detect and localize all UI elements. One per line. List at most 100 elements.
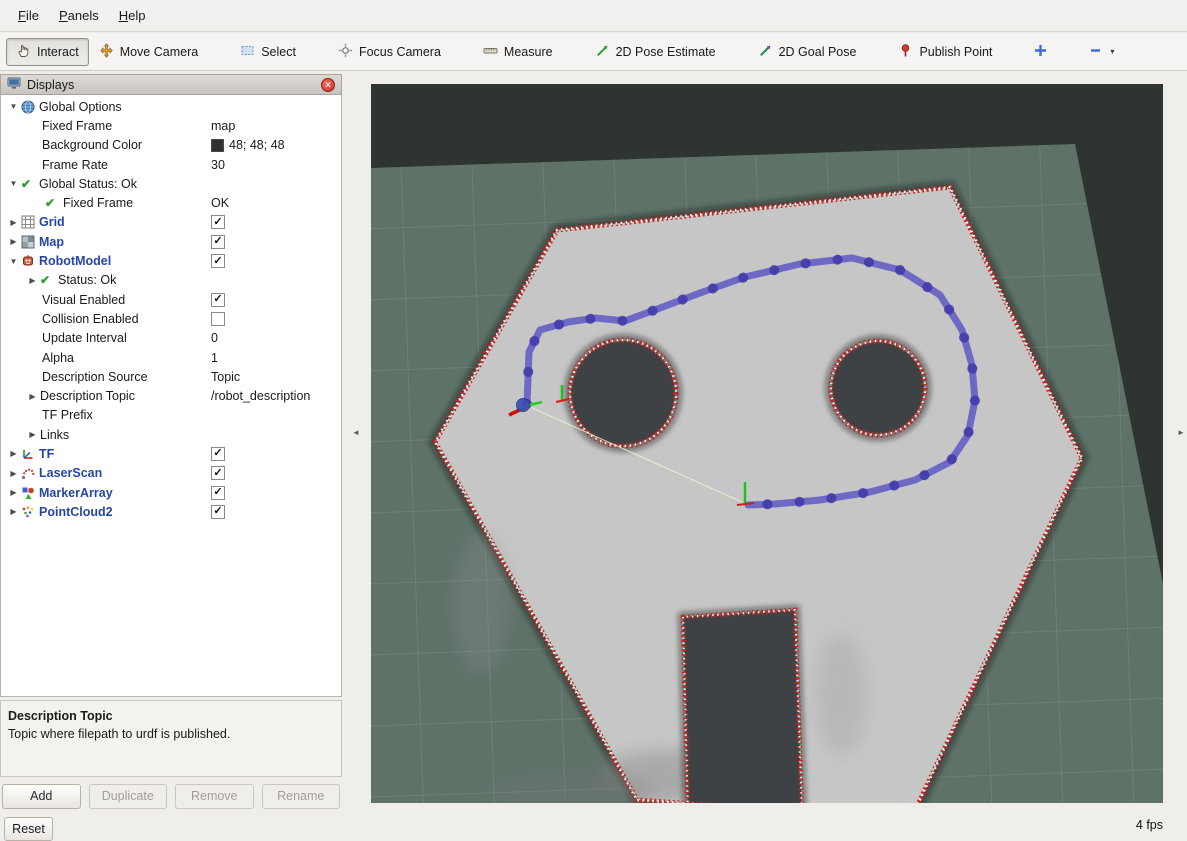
3d-viewport[interactable] — [371, 84, 1163, 803]
expander-closed-icon[interactable]: ▶ — [6, 218, 21, 227]
display-actions: Add Duplicate Remove Rename — [2, 784, 340, 810]
tree-row-alpha[interactable]: Alpha 1 — [1, 348, 341, 367]
tree-row-links[interactable]: ▶ Links — [1, 425, 341, 444]
close-panel-button[interactable]: ✕ — [321, 78, 335, 92]
tree-row-global-options[interactable]: ▼ Global Options — [1, 97, 341, 116]
menu-file[interactable]: File — [8, 3, 49, 28]
expander-closed-icon[interactable]: ▶ — [6, 237, 21, 246]
checkmark: ✓ — [213, 506, 222, 517]
update-interval-value[interactable]: 0 — [211, 331, 218, 345]
tree-row-global-status[interactable]: ▼ ✔ Global Status: Ok — [1, 174, 341, 193]
background-color-value[interactable]: 48; 48; 48 — [229, 138, 285, 152]
add-tool-button[interactable] — [1024, 38, 1057, 66]
publish-point-tool-button[interactable]: Publish Point — [888, 38, 1002, 66]
remove-button[interactable]: Remove — [175, 784, 254, 809]
expander-open-icon[interactable]: ▼ — [6, 179, 21, 188]
tree-row-background-color[interactable]: Background Color 48; 48; 48 — [1, 136, 341, 155]
map-checkbox[interactable]: ✓ — [211, 235, 225, 249]
pose-estimate-tool-button[interactable]: 2D Pose Estimate — [585, 38, 726, 66]
tree-row-pointcloud2[interactable]: ▶ PointCloud2 ✓ — [1, 502, 341, 521]
focus-camera-icon — [338, 43, 353, 61]
grid-checkbox[interactable]: ✓ — [211, 215, 225, 229]
goal-pose-tool-button[interactable]: 2D Goal Pose — [748, 38, 867, 66]
tree-row-laserscan[interactable]: ▶ LaserScan ✓ — [1, 464, 341, 483]
move-camera-tool-button[interactable]: Move Camera — [89, 38, 209, 66]
row-label: RobotModel — [39, 254, 111, 268]
visual-enabled-checkbox[interactable]: ✓ — [211, 293, 225, 307]
alpha-value[interactable]: 1 — [211, 351, 218, 365]
row-label: MarkerArray — [39, 486, 113, 500]
expander-closed-icon[interactable]: ▶ — [6, 507, 21, 516]
tree-row-tf-prefix[interactable]: TF Prefix — [1, 406, 341, 425]
status-ok-check-icon: ✔ — [45, 196, 63, 210]
reset-button[interactable]: Reset — [4, 817, 53, 841]
add-button[interactable]: Add — [2, 784, 81, 809]
row-label: PointCloud2 — [39, 505, 113, 519]
expander-closed-icon[interactable]: ▶ — [6, 469, 21, 478]
tree-row-frame-rate[interactable]: Frame Rate 30 — [1, 155, 341, 174]
laserscan-checkbox[interactable]: ✓ — [211, 466, 225, 480]
collision-enabled-checkbox[interactable] — [211, 312, 225, 326]
plus-icon — [1034, 44, 1047, 60]
select-tool-button[interactable]: Select — [230, 38, 306, 66]
expander-closed-icon[interactable]: ▶ — [25, 276, 40, 285]
tree-row-map[interactable]: ▶ Map ✓ — [1, 232, 341, 251]
displays-panel-header[interactable]: Displays ✕ — [0, 74, 342, 95]
description-topic-value[interactable]: /robot_description — [211, 389, 310, 403]
tool-label: Move Camera — [120, 45, 199, 59]
row-label: Description Source — [42, 370, 148, 384]
pointcloud2-checkbox[interactable]: ✓ — [211, 505, 225, 519]
measure-tool-button[interactable]: Measure — [473, 38, 563, 66]
duplicate-button[interactable]: Duplicate — [89, 784, 168, 809]
row-label: TF — [39, 447, 54, 461]
pointcloud-icon — [21, 505, 39, 519]
expander-closed-icon[interactable]: ▶ — [6, 488, 21, 497]
tree-row-markerarray[interactable]: ▶ MarkerArray ✓ — [1, 483, 341, 502]
laserscan-icon — [21, 466, 39, 480]
tree-row-grid[interactable]: ▶ Grid ✓ — [1, 213, 341, 232]
row-label: LaserScan — [39, 466, 102, 480]
menu-help[interactable]: Help — [109, 3, 156, 28]
map-pin-icon — [898, 43, 913, 61]
tree-row-update-interval[interactable]: Update Interval 0 — [1, 329, 341, 348]
interact-tool-button[interactable]: Interact — [6, 38, 89, 66]
markerarray-icon — [21, 486, 39, 500]
tree-row-fixed-frame[interactable]: Fixed Frame map — [1, 116, 341, 135]
tree-row-description-topic[interactable]: ▶ Description Topic /robot_description — [1, 386, 341, 405]
focus-camera-tool-button[interactable]: Focus Camera — [328, 38, 451, 66]
rename-button[interactable]: Rename — [262, 784, 341, 809]
property-help-box: Description Topic Topic where filepath t… — [0, 700, 342, 777]
panel-collapse-left-handle[interactable]: ◄ — [352, 428, 360, 437]
displays-tree: ▼ Global Options Fixed Frame map Backgro… — [0, 95, 342, 697]
expander-closed-icon[interactable]: ▶ — [6, 449, 21, 458]
remove-tool-button[interactable]: ▾ — [1079, 38, 1124, 66]
row-label: Global Options — [39, 100, 122, 114]
panel-collapse-right-handle[interactable]: ► — [1177, 428, 1185, 437]
fps-counter: 4 fps — [1136, 818, 1163, 832]
tree-row-fixed-frame-status[interactable]: ✔ Fixed Frame OK — [1, 193, 341, 212]
expander-open-icon[interactable]: ▼ — [6, 102, 21, 111]
tree-row-robotmodel-status[interactable]: ▶ ✔ Status: Ok — [1, 271, 341, 290]
row-label: Update Interval — [42, 331, 127, 345]
displays-panel: Displays ✕ ▼ Global Options Fixed Frame … — [0, 74, 342, 810]
tree-row-collision-enabled[interactable]: Collision Enabled — [1, 309, 341, 328]
fixed-frame-value[interactable]: map — [211, 119, 235, 133]
row-label: Status: Ok — [58, 273, 116, 287]
tree-row-robotmodel[interactable]: ▼ RobotModel ✓ — [1, 251, 341, 270]
markerarray-checkbox[interactable]: ✓ — [211, 486, 225, 500]
description-source-value[interactable]: Topic — [211, 370, 240, 384]
row-label: TF Prefix — [42, 408, 93, 422]
tree-row-description-source[interactable]: Description Source Topic — [1, 367, 341, 386]
expander-closed-icon[interactable]: ▶ — [25, 430, 40, 439]
tf-checkbox[interactable]: ✓ — [211, 447, 225, 461]
color-swatch[interactable] — [211, 139, 224, 152]
robot-icon — [21, 254, 39, 268]
tree-row-tf[interactable]: ▶ TF ✓ — [1, 444, 341, 463]
expander-closed-icon[interactable]: ▶ — [25, 392, 40, 401]
tree-row-visual-enabled[interactable]: Visual Enabled ✓ — [1, 290, 341, 309]
frame-rate-value[interactable]: 30 — [211, 158, 225, 172]
menu-panels[interactable]: Panels — [49, 3, 109, 28]
robotmodel-checkbox[interactable]: ✓ — [211, 254, 225, 268]
move-camera-icon — [99, 43, 114, 61]
expander-open-icon[interactable]: ▼ — [6, 257, 21, 266]
